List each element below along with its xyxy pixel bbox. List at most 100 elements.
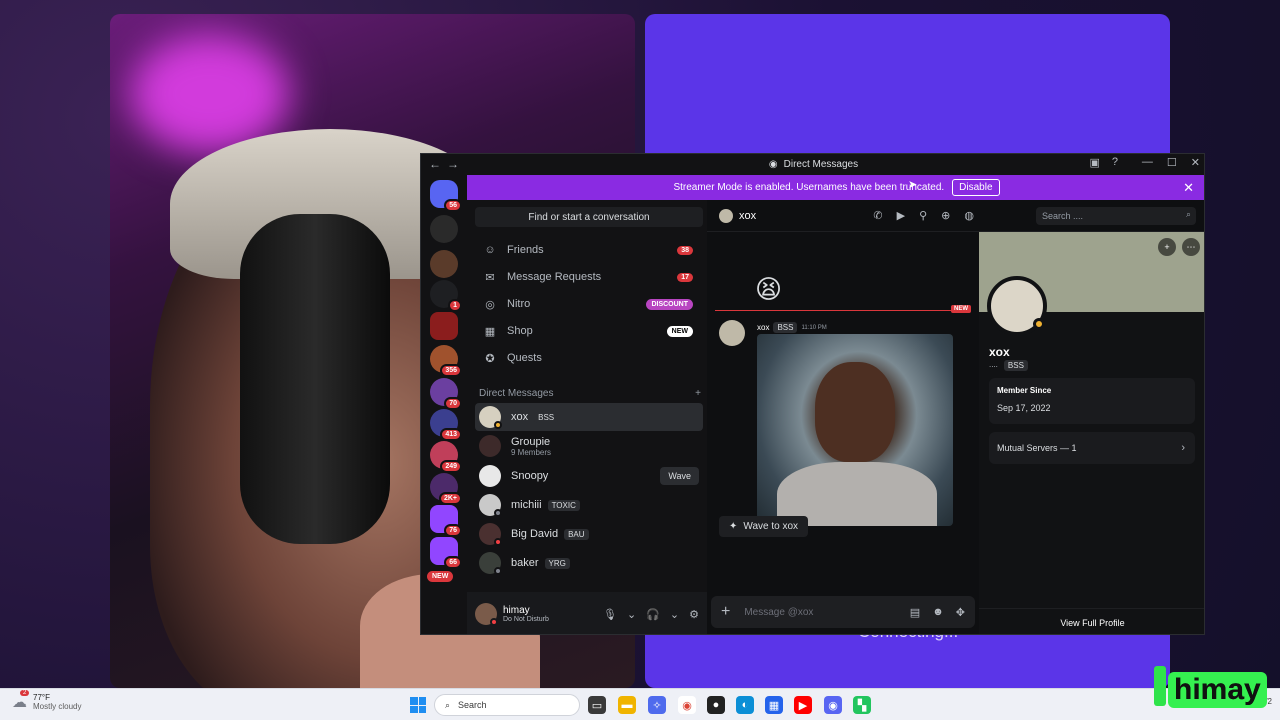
store-icon[interactable]: ▦ bbox=[765, 696, 783, 714]
microphone-icon[interactable]: 🎙 bbox=[603, 608, 617, 621]
weather-widget[interactable]: ☁ 2 77°F Mostly cloudy bbox=[12, 690, 81, 711]
server-icon[interactable]: 2K+ bbox=[430, 473, 462, 505]
more-options-icon[interactable]: ⋯ bbox=[1182, 238, 1200, 256]
wave-to-button[interactable]: ✦ Wave to xox bbox=[719, 516, 809, 537]
file-explorer-icon[interactable]: ▬ bbox=[618, 696, 636, 714]
task-view-icon[interactable]: ▭ bbox=[588, 696, 606, 714]
minimize-button[interactable]: — bbox=[1142, 156, 1153, 169]
discord-window: ←→ ◉ Direct Messages ▣ ? — ☐ ✕ Streamer … bbox=[420, 153, 1205, 635]
profile-name: xox bbox=[989, 345, 1010, 359]
search-icon: ⌕ bbox=[1185, 208, 1191, 219]
dm-item-big-david[interactable]: Big David BAU bbox=[475, 520, 703, 548]
copilot-icon[interactable]: ✧ bbox=[648, 696, 666, 714]
call-icon[interactable]: ✆ bbox=[873, 209, 882, 222]
profile-panel: + ⋯ xox .... BSS Member Since Sep 17, 20… bbox=[979, 232, 1204, 634]
sidebar-item-message-requests[interactable]: ✉ Message Requests 17 bbox=[475, 265, 703, 289]
taskbar-search[interactable]: ⌕ Search bbox=[434, 694, 580, 716]
message-author[interactable]: xox bbox=[757, 323, 769, 332]
find-conversation-button[interactable]: Find or start a conversation bbox=[475, 207, 703, 227]
add-friend-icon[interactable]: ⊕ bbox=[941, 209, 950, 222]
nav-arrows[interactable]: ←→ bbox=[429, 157, 465, 171]
sticker-icon[interactable]: ✥ bbox=[956, 606, 965, 619]
user-avatar[interactable] bbox=[475, 603, 498, 626]
sidebar-item-shop[interactable]: ▦ Shop NEW bbox=[475, 319, 703, 343]
avatar bbox=[479, 552, 502, 575]
profile-toggle-icon[interactable]: ◍ bbox=[964, 209, 974, 222]
add-attachment-icon[interactable]: + bbox=[721, 603, 730, 621]
gif-icon[interactable]: ☻ bbox=[932, 606, 944, 619]
search-icon: ⌕ bbox=[445, 699, 451, 710]
friends-count-badge: 38 bbox=[677, 245, 693, 255]
edge-icon[interactable]: ◐ bbox=[736, 696, 754, 714]
avatar bbox=[479, 494, 502, 517]
new-messages-divider: NEW bbox=[715, 305, 971, 313]
add-dm-icon[interactable]: + bbox=[695, 388, 701, 399]
dm-item-snoopy[interactable]: Snoopy Wave bbox=[475, 462, 703, 490]
server-icon[interactable] bbox=[430, 215, 458, 243]
status-dot bbox=[494, 538, 502, 546]
new-servers-pill[interactable]: NEW bbox=[427, 571, 454, 582]
disable-streamer-button[interactable]: Disable bbox=[952, 179, 1000, 196]
dm-item-michiii[interactable]: michiii TOXIC bbox=[475, 491, 703, 519]
add-friend-icon[interactable]: + bbox=[1158, 238, 1176, 256]
inbox-icon[interactable]: ▣ bbox=[1089, 156, 1099, 169]
close-banner-icon[interactable]: ✕ bbox=[1183, 180, 1194, 196]
server-icon[interactable]: 356 bbox=[430, 345, 462, 377]
dm-item-baker[interactable]: baker YRG bbox=[475, 549, 703, 577]
wave-button[interactable]: Wave bbox=[660, 467, 699, 485]
start-button[interactable] bbox=[410, 697, 426, 713]
close-window-button[interactable]: ✕ bbox=[1191, 156, 1200, 169]
member-since-card: Member Since Sep 17, 2022 bbox=[989, 378, 1195, 424]
search-input[interactable]: Search .... ⌕ bbox=[1036, 206, 1196, 225]
message-avatar[interactable] bbox=[719, 320, 745, 346]
quests-icon: ✪ bbox=[485, 352, 495, 365]
nitro-icon: ◎ bbox=[485, 298, 495, 311]
windows-taskbar: ☁ 2 77°F Mostly cloudy ⌕ Search ▭ ▬ ✧ ◉ ●… bbox=[0, 688, 1280, 720]
discord-taskbar-icon[interactable]: ◉ bbox=[824, 696, 842, 714]
obs-icon[interactable]: ● bbox=[707, 696, 725, 714]
dm-item-xox[interactable]: xox BSS bbox=[475, 403, 703, 431]
group-avatar bbox=[479, 435, 501, 457]
new-pill: NEW bbox=[666, 325, 693, 337]
view-full-profile-button[interactable]: View Full Profile bbox=[979, 608, 1204, 634]
settings-gear-icon[interactable]: ⚙ bbox=[689, 608, 699, 621]
sidebar-item-friends[interactable]: ☺ Friends 38 bbox=[475, 238, 703, 262]
friends-icon: ☺ bbox=[484, 244, 496, 256]
headphones-icon[interactable]: 🎧 bbox=[646, 608, 660, 621]
dnd-status-dot bbox=[490, 618, 498, 626]
sidebar-item-nitro[interactable]: ◎ Nitro DISCOUNT bbox=[475, 292, 703, 316]
youtube-icon[interactable]: ▶ bbox=[794, 696, 812, 714]
chrome-icon[interactable]: ◉ bbox=[678, 696, 696, 714]
mutual-servers-button[interactable]: Mutual Servers — 1 › bbox=[989, 432, 1195, 464]
video-icon[interactable]: ▶ bbox=[897, 209, 905, 222]
idle-status-dot bbox=[1033, 318, 1045, 330]
message-input[interactable]: + Message @xox ▤ ☻ ✥ bbox=[711, 596, 975, 628]
chat-title: xox bbox=[739, 209, 757, 222]
window-title: Direct Messages bbox=[783, 159, 859, 170]
sidebar-item-quests[interactable]: ✪ Quests bbox=[475, 346, 703, 370]
server-icon[interactable] bbox=[430, 312, 458, 340]
server-icon[interactable]: 70 bbox=[430, 378, 462, 410]
twitch-server-icon[interactable]: 66 bbox=[430, 537, 462, 569]
user-tag: BSS bbox=[773, 322, 798, 333]
profile-avatar[interactable] bbox=[987, 276, 1047, 336]
gift-icon[interactable]: ▤ bbox=[910, 606, 920, 619]
message-image[interactable] bbox=[757, 334, 953, 526]
mouse-cursor-icon: ➤ bbox=[908, 179, 918, 191]
avatar bbox=[479, 465, 501, 487]
maximize-button[interactable]: ☐ bbox=[1167, 156, 1177, 169]
home-button[interactable]: 56 bbox=[430, 180, 462, 212]
dm-item-groupie[interactable]: Groupie 9 Members bbox=[475, 432, 703, 460]
server-icon[interactable] bbox=[430, 250, 458, 278]
twitch-server-icon[interactable]: 76 bbox=[430, 505, 462, 537]
server-icon[interactable]: 1 bbox=[430, 280, 462, 312]
app-icon[interactable]: ▚ bbox=[853, 696, 871, 714]
server-icon[interactable]: 249 bbox=[430, 441, 462, 473]
pin-icon[interactable]: ⚲ bbox=[919, 209, 927, 222]
help-icon[interactable]: ? bbox=[1112, 156, 1118, 169]
server-icon[interactable]: 413 bbox=[430, 409, 462, 441]
chevron-down-icon[interactable]: ⌄ bbox=[670, 608, 679, 621]
chevron-down-icon[interactable]: ⌄ bbox=[627, 608, 636, 621]
discount-pill: DISCOUNT bbox=[646, 298, 693, 310]
user-panel: himay Do Not Disturb 🎙 ⌄ 🎧 ⌄ ⚙ bbox=[467, 592, 707, 634]
